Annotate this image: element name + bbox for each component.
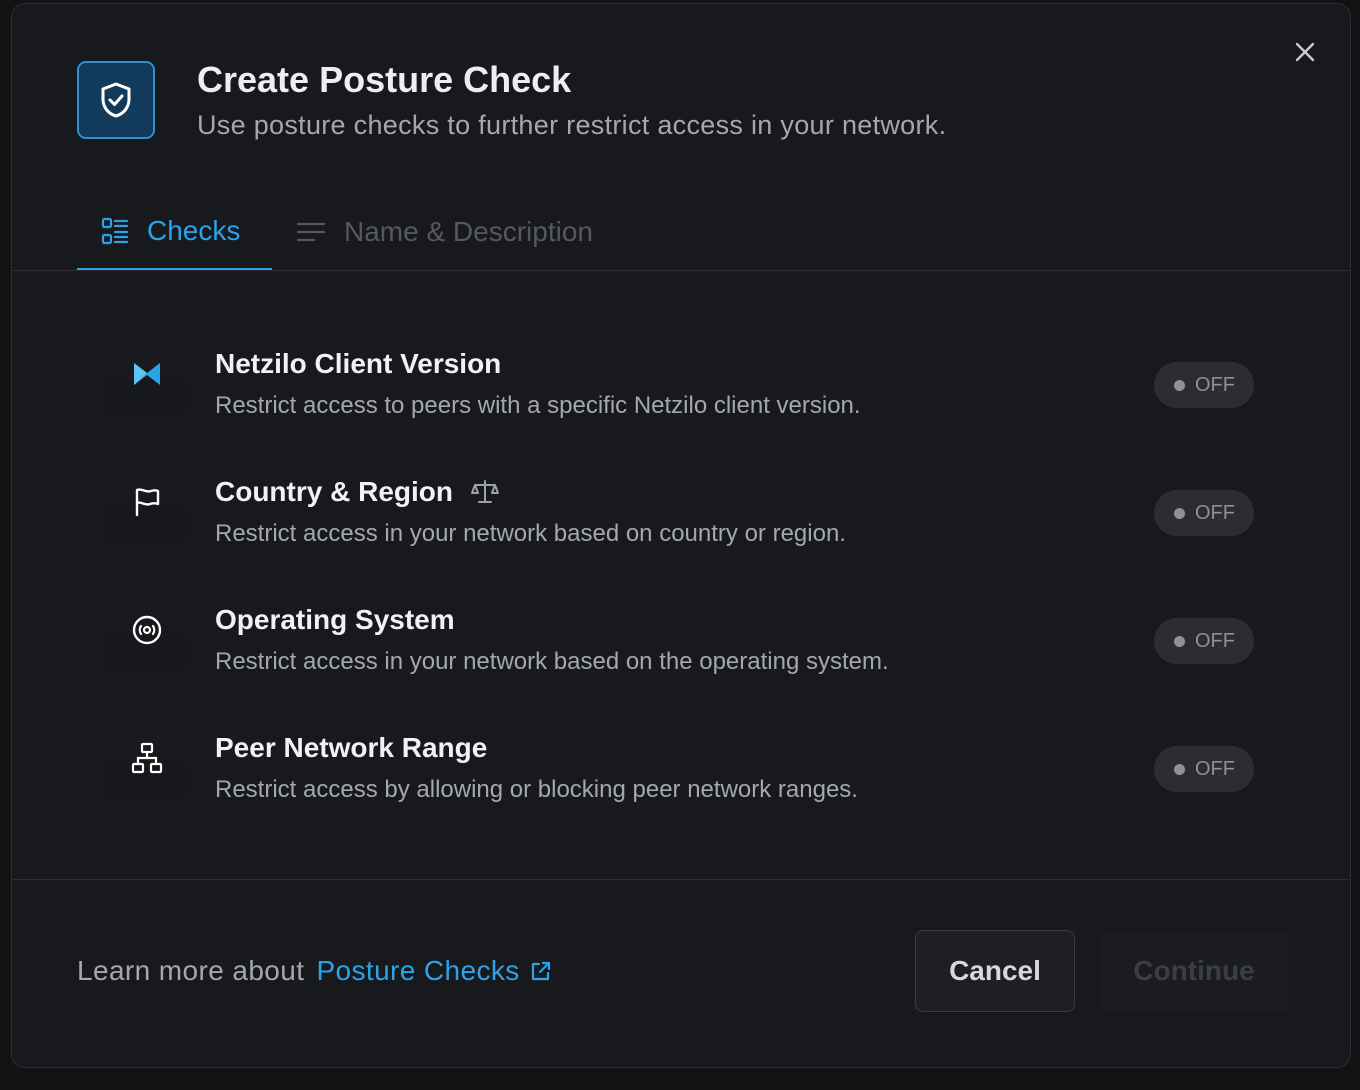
toggle-label: OFF [1195,629,1235,652]
tab-checks-label: Checks [147,215,241,246]
toggle-dot [1174,763,1185,775]
close-button[interactable] [1291,38,1319,66]
disc-icon [132,615,162,645]
check-title-text: Operating System [215,604,455,635]
check-description: Restrict access to peers with a specific… [215,392,861,419]
check-title: Netzilo Client Version [215,348,501,380]
toggle-dot [1174,379,1185,391]
header-icon-badge [77,61,155,139]
check-row-peer-network-range[interactable]: Peer Network Range Restrict access by al… [12,718,1350,818]
flag-icon [135,488,160,517]
check-title-text: Netzilo Client Version [215,348,502,379]
shield-check-icon [101,82,131,118]
check-description: Restrict access in your network based on… [215,520,846,547]
toggle-dot [1174,635,1185,647]
check-description: Restrict access by allowing or blocking … [215,776,858,803]
check-title: Operating System [215,604,455,636]
learn-more-prefix: Learn more about [77,955,305,986]
text-lines-icon [296,222,326,242]
tab-name-description-label: Name & Description [344,216,593,247]
create-posture-check-dialog: Create Posture Check Use posture checks … [11,3,1351,1068]
peer-network-range-toggle[interactable]: OFF [1154,746,1254,792]
check-row-country-region[interactable]: Country & Region Restrict access in your… [12,462,1350,562]
client-version-toggle[interactable]: OFF [1154,362,1254,408]
netzilo-logo-icon [134,363,160,385]
check-title-text: Country & Region [215,476,453,507]
tab-checks[interactable]: Checks [77,194,272,270]
learn-more-text: Learn more about Posture Checks [77,955,552,987]
scale-icon [471,480,499,503]
check-icon-container [108,718,186,798]
external-link-icon [531,961,550,981]
country-region-toggle[interactable]: OFF [1154,490,1254,536]
checklist-icon [101,217,129,245]
tab-name-description[interactable]: Name & Description [296,194,593,270]
check-icon-container [108,590,186,670]
dialog-footer: Learn more about Posture Checks Cancel C… [12,879,1350,1067]
cancel-button[interactable]: Cancel [915,930,1075,1012]
check-icon-container [108,462,186,542]
continue-button[interactable]: Continue [1099,930,1289,1012]
operating-system-toggle[interactable]: OFF [1154,618,1254,664]
tab-bar: Checks Name & Description [12,194,1350,271]
check-title: Country & Region [215,476,499,508]
check-title: Peer Network Range [215,732,487,764]
posture-checks-link-label: Posture Checks [316,955,520,986]
check-row-client-version[interactable]: Netzilo Client Version Restrict access t… [12,334,1350,434]
posture-checks-docs-link[interactable]: Posture Checks [316,955,551,987]
dialog-subtitle: Use posture checks to further restrict a… [197,110,947,140]
check-title-text: Peer Network Range [215,732,488,763]
toggle-dot [1174,507,1185,519]
toggle-label: OFF [1195,501,1235,524]
close-icon [1295,42,1315,62]
toggle-label: OFF [1195,757,1235,780]
check-icon-container [108,334,186,414]
toggle-label: OFF [1195,373,1235,396]
check-row-operating-system[interactable]: Operating System Restrict access in your… [12,590,1350,690]
network-icon [131,742,163,774]
check-description: Restrict access in your network based on… [215,648,889,675]
dialog-title: Create Posture Check [197,59,572,100]
